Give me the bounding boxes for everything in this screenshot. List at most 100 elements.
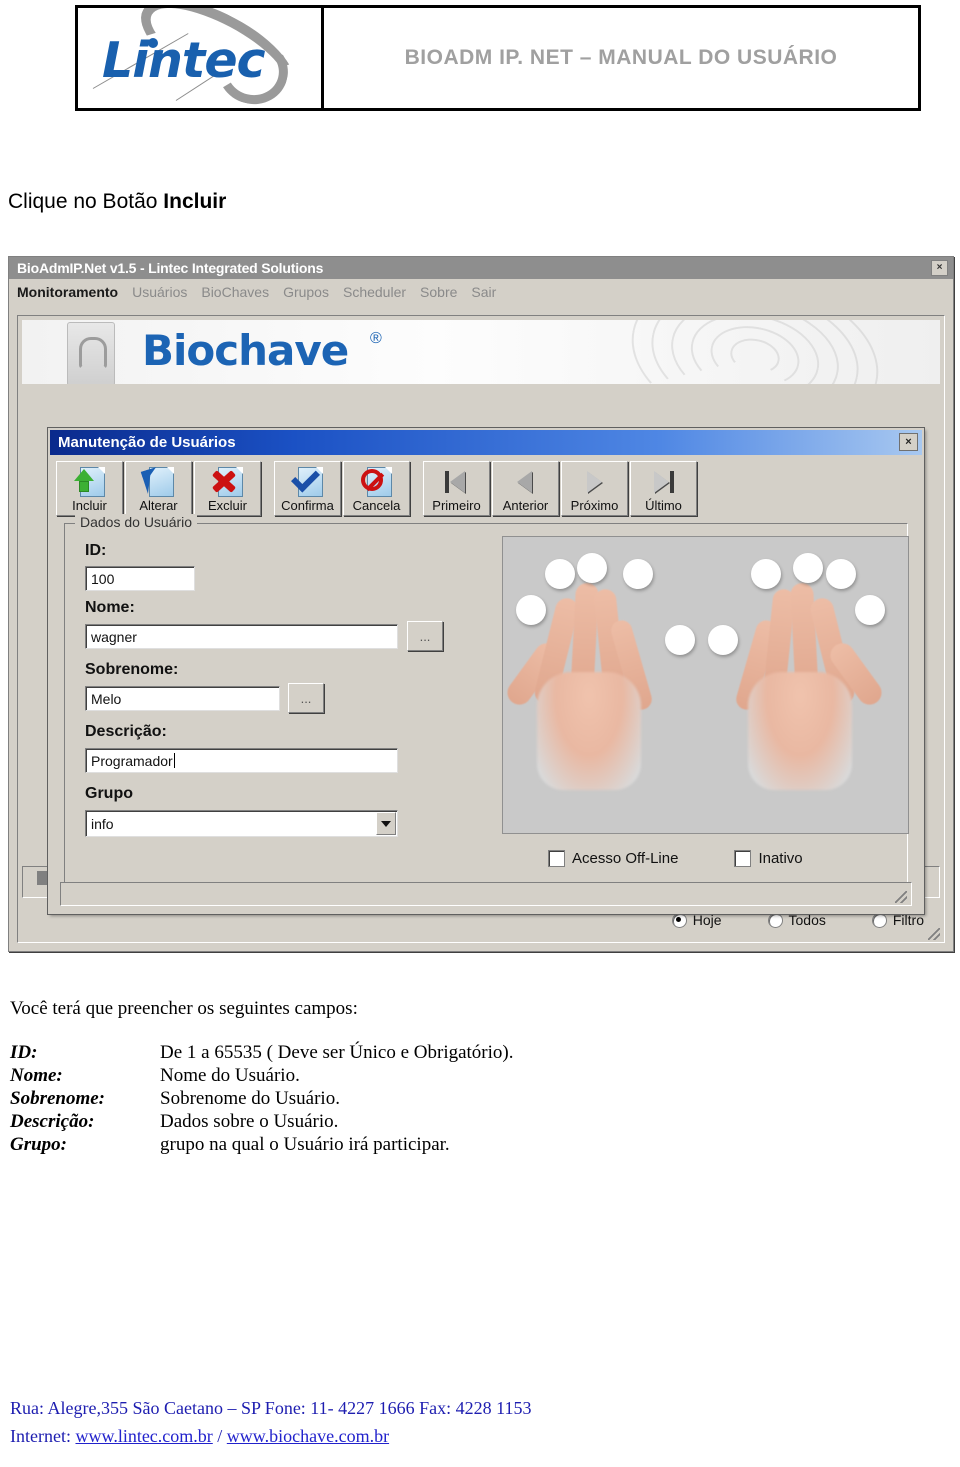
menu-item-scheduler[interactable]: Scheduler xyxy=(343,284,406,300)
toolbar-button-ultimo-label: Último xyxy=(645,498,682,513)
application-title: BioAdmIP.Net v1.5 - Lintec Integrated So… xyxy=(17,260,324,276)
nome-input-value: wagner xyxy=(91,628,137,645)
descricao-input[interactable]: Programador xyxy=(85,748,398,773)
nome-field-label: Nome: xyxy=(85,599,135,616)
instruction-prefix: Clique no Botão xyxy=(8,190,164,213)
toolbar-group-navigation: Primeiro Anterior Próximo Último xyxy=(423,461,699,516)
menu-item-sobre[interactable]: Sobre xyxy=(420,284,457,300)
biochave-banner: Biochave ® xyxy=(22,320,940,384)
sobrenome-input-value: Melo xyxy=(91,690,122,707)
footer-internet-label: Internet: xyxy=(10,1426,76,1447)
right-hand-graphic xyxy=(733,575,887,790)
fingertip-dot[interactable] xyxy=(577,553,607,583)
toolbar-group-commit: Confirma Cancela xyxy=(274,461,412,516)
resize-grip-icon[interactable] xyxy=(928,928,940,940)
fingertip-dot[interactable] xyxy=(516,595,546,625)
check-document-icon xyxy=(291,463,323,497)
instruction-bold: Incluir xyxy=(163,190,227,213)
filter-radio-group: Hoje Todos Filtro xyxy=(671,912,924,928)
grupo-select[interactable]: info xyxy=(85,810,398,837)
checkbox-inativo-box-icon[interactable] xyxy=(734,849,752,867)
menu-item-monitoramento[interactable]: Monitoramento xyxy=(17,284,118,300)
user-data-groupbox-legend: Dados do Usuário xyxy=(75,514,198,530)
hand-fingers-diagram[interactable] xyxy=(502,536,909,834)
toolbar-button-cancela[interactable]: Cancela xyxy=(343,461,410,516)
footer-address: Rua: Alegre,355 São Caetano – SP Fone: 1… xyxy=(10,1398,532,1419)
definition-term: Nome: xyxy=(10,1065,63,1086)
menu-item-biochaves[interactable]: BioChaves xyxy=(201,284,269,300)
dialog-close-button[interactable]: × xyxy=(899,433,918,451)
toolbar-button-proximo[interactable]: Próximo xyxy=(561,461,628,516)
toolbar-button-ultimo[interactable]: Último xyxy=(630,461,697,516)
checkbox-acesso-offline[interactable]: Acesso Off-Line xyxy=(548,849,678,867)
text-cursor-icon xyxy=(173,753,175,768)
id-input-value: 100 xyxy=(91,570,115,587)
cancel-document-icon xyxy=(361,466,392,497)
toolbar-button-proximo-label: Próximo xyxy=(570,498,619,513)
checkbox-inativo-label: Inativo xyxy=(758,849,803,867)
fingertip-dot[interactable] xyxy=(623,559,653,589)
registered-trademark-icon: ® xyxy=(370,330,382,347)
document-title: BIOADM IP. NET – MANUAL DO USUÁRIO xyxy=(404,46,838,69)
footer-link-biochave[interactable]: www.biochave.com.br xyxy=(227,1426,389,1446)
definition-desc: Nome do Usuário. xyxy=(160,1065,300,1086)
radio-filtro-indicator-icon[interactable] xyxy=(871,912,887,928)
chevron-down-icon[interactable] xyxy=(376,812,396,835)
last-record-icon xyxy=(648,466,679,496)
fingertip-dot[interactable] xyxy=(708,625,738,655)
radio-filtro[interactable]: Filtro xyxy=(871,912,924,928)
toolbar-button-excluir[interactable]: Excluir xyxy=(194,461,261,516)
menu-item-usuarios[interactable]: Usuários xyxy=(132,284,187,300)
lintec-logo: Lintec xyxy=(78,8,324,108)
fingertip-dot[interactable] xyxy=(826,559,856,589)
application-menubar: Monitoramento Usuários BioChaves Grupos … xyxy=(9,279,953,305)
menu-item-grupos[interactable]: Grupos xyxy=(283,284,329,300)
toolbar-button-anterior[interactable]: Anterior xyxy=(492,461,559,516)
nome-browse-button[interactable]: ... xyxy=(407,621,443,651)
application-window: BioAdmIP.Net v1.5 - Lintec Integrated So… xyxy=(8,256,954,952)
page-footer: Rua: Alegre,355 São Caetano – SP Fone: 1… xyxy=(10,1395,950,1451)
definition-term: Sobrenome: xyxy=(10,1088,105,1109)
dialog-checkbox-row: Acesso Off-Line Inativo xyxy=(502,846,907,870)
radio-todos-label: Todos xyxy=(788,912,826,928)
body-text: Você terá que preencher os seguintes cam… xyxy=(10,998,770,1175)
sobrenome-input[interactable]: Melo xyxy=(85,686,280,711)
application-close-button[interactable]: × xyxy=(931,260,948,276)
previous-record-icon xyxy=(510,466,541,496)
toolbar-button-anterior-label: Anterior xyxy=(502,498,549,513)
sobrenome-browse-button[interactable]: ... xyxy=(288,683,324,713)
definition-term: ID: xyxy=(10,1042,38,1063)
toolbar-button-primeiro[interactable]: Primeiro xyxy=(423,461,490,516)
radio-hoje[interactable]: Hoje xyxy=(671,912,722,928)
body-lead: Você terá que preencher os seguintes cam… xyxy=(10,998,358,1019)
checkbox-inativo[interactable]: Inativo xyxy=(734,849,803,867)
first-record-icon xyxy=(441,466,472,496)
fingertip-dot[interactable] xyxy=(751,559,781,589)
grupo-field-label: Grupo xyxy=(85,785,133,802)
toolbar-button-incluir[interactable]: Incluir xyxy=(56,461,123,516)
footer-link-lintec[interactable]: www.lintec.com.br xyxy=(75,1426,212,1446)
fingertip-dot[interactable] xyxy=(855,595,885,625)
fingerprint-graphic-icon xyxy=(616,320,894,384)
dialog-resize-grip-icon[interactable] xyxy=(895,891,907,903)
nome-input[interactable]: wagner xyxy=(85,624,398,649)
radio-todos-indicator-icon[interactable] xyxy=(767,912,783,928)
radio-hoje-indicator-icon[interactable] xyxy=(671,912,687,928)
field-definition-list: ID: De 1 a 65535 ( Deve ser Único e Obri… xyxy=(10,1042,770,1156)
document-title-cell: BIOADM IP. NET – MANUAL DO USUÁRIO xyxy=(324,8,918,108)
dialog-bottom-strip xyxy=(60,882,912,906)
toolbar-button-confirma[interactable]: Confirma xyxy=(274,461,341,516)
definition-term: Grupo: xyxy=(10,1134,68,1155)
next-record-icon xyxy=(579,466,610,496)
radio-todos[interactable]: Todos xyxy=(767,912,826,928)
id-input[interactable]: 100 xyxy=(85,566,195,591)
fingertip-dot[interactable] xyxy=(665,625,695,655)
toolbar-button-alterar[interactable]: Alterar xyxy=(125,461,192,516)
fingertip-dot[interactable] xyxy=(545,559,575,589)
menu-item-sair[interactable]: Sair xyxy=(471,284,496,300)
delete-document-icon xyxy=(211,466,243,497)
fingertip-dot[interactable] xyxy=(793,553,823,583)
checkbox-acesso-offline-box-icon[interactable] xyxy=(548,849,565,867)
dialog-title: Manutenção de Usuários xyxy=(58,434,236,451)
dialog-titlebar: Manutenção de Usuários × xyxy=(50,430,922,455)
